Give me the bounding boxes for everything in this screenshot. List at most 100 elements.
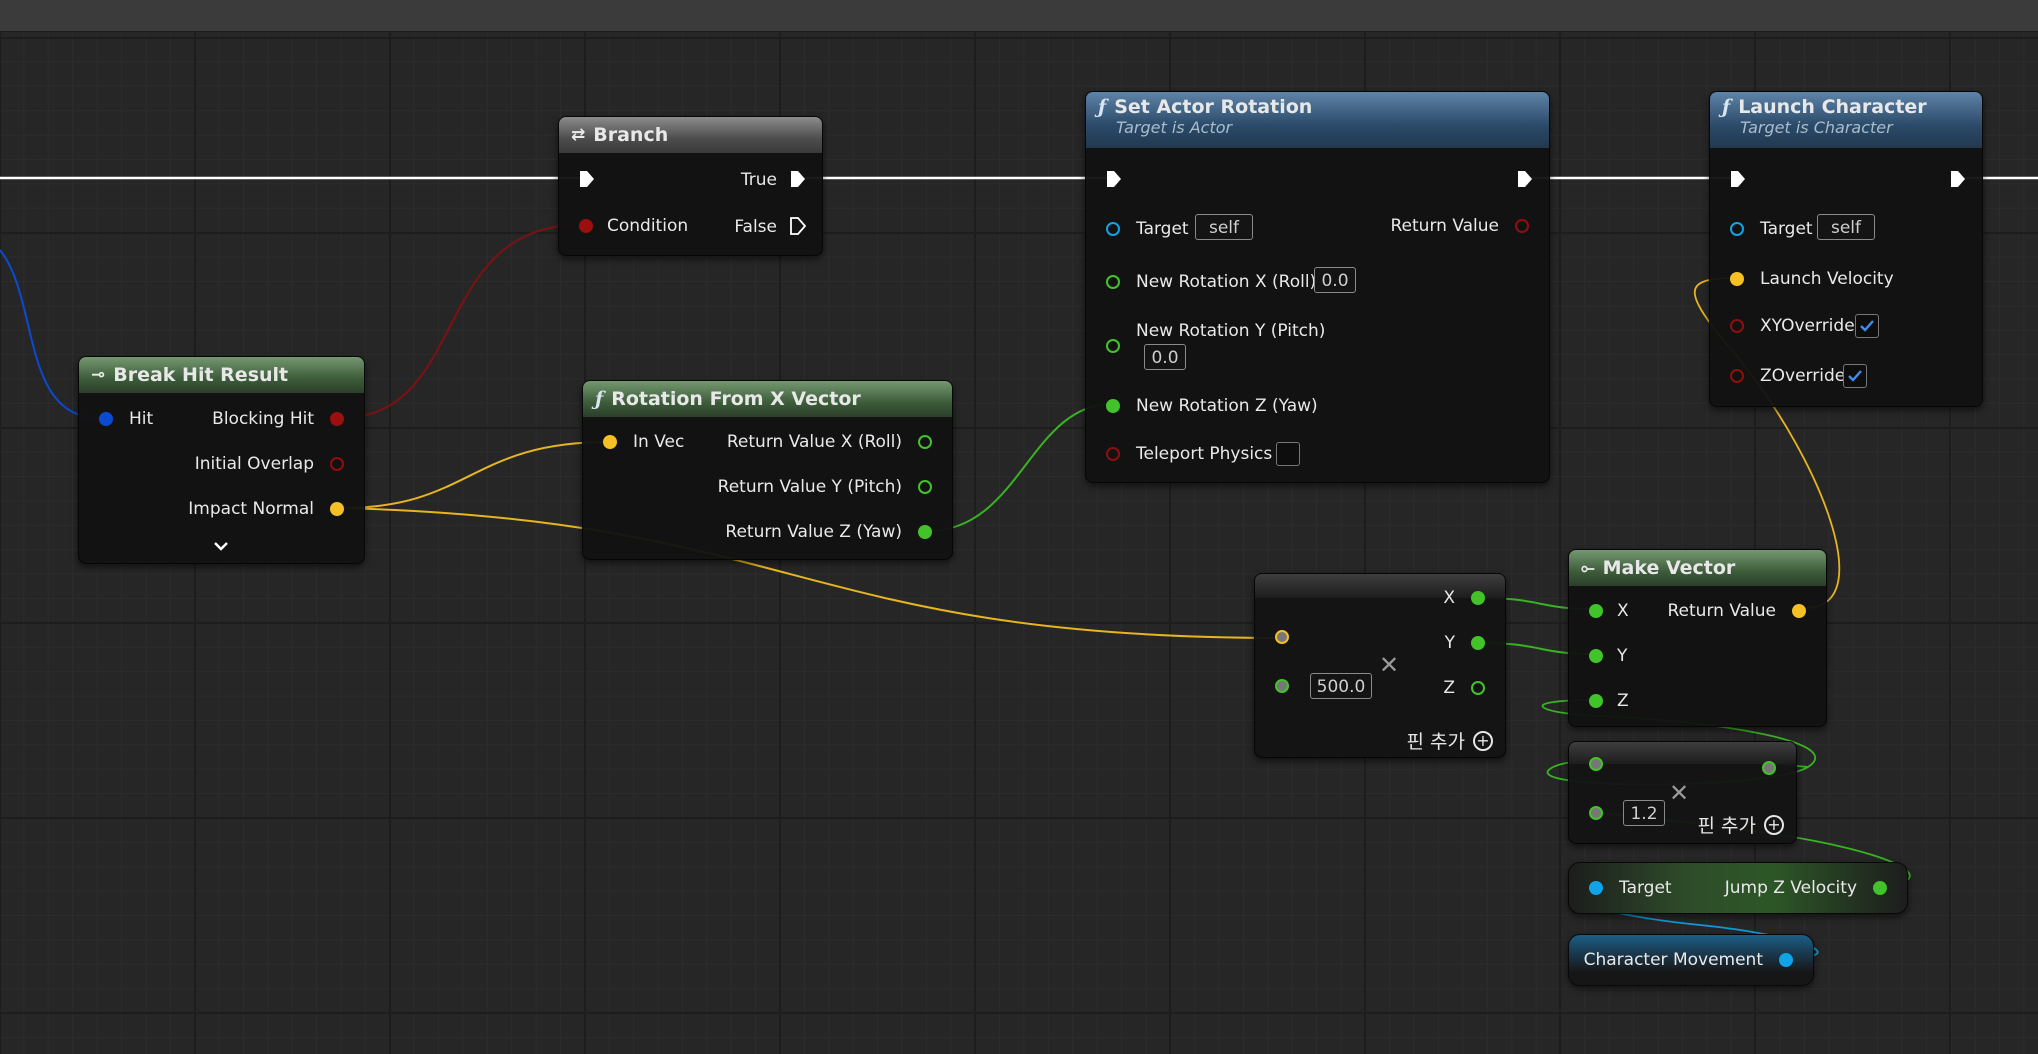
branch-exec-in-pin[interactable] (579, 170, 594, 188)
make-struct-icon: ⟜ (1581, 558, 1595, 578)
multiply-float-in-a-pin[interactable] (1589, 757, 1603, 771)
set-actor-rotation-target-field[interactable]: self (1195, 214, 1253, 240)
break-hit-result-title: Break Hit Result (113, 364, 289, 386)
teleport-checkbox[interactable] (1276, 442, 1300, 466)
branch-true-label: True (740, 170, 777, 190)
make-vector-return-label: Return Value (1667, 601, 1777, 621)
impact-normal-label: Impact Normal (188, 499, 314, 519)
expand-chevron-icon[interactable] (213, 541, 229, 551)
multiply-y-label: Y (1444, 633, 1455, 653)
add-pin-label: 핀 추가 (1697, 815, 1756, 837)
blocking-hit-label: Blocking Hit (212, 409, 314, 429)
set-actor-rotation-exec-in-pin[interactable] (1106, 170, 1121, 188)
impact-normal-pin[interactable] (330, 502, 344, 516)
launch-character-target-label: Target (1760, 219, 1813, 239)
return-pitch-pin[interactable] (918, 480, 932, 494)
return-roll-pin[interactable] (918, 435, 932, 449)
launch-velocity-pin[interactable] (1730, 272, 1744, 286)
jump-z-output-pin[interactable] (1873, 881, 1887, 895)
make-vector-z-label: Z (1617, 691, 1629, 711)
launch-character-header[interactable]: ƒ Launch Character Target is Character (1710, 92, 1982, 148)
multiply-y-pin[interactable] (1471, 636, 1485, 650)
checkmark-icon (1848, 370, 1862, 382)
zoverride-pin[interactable] (1730, 369, 1744, 383)
blocking-hit-pin[interactable] (330, 412, 344, 426)
set-actor-rotation-exec-out-pin[interactable] (1517, 170, 1532, 188)
roll-label: New Rotation X (Roll) (1136, 272, 1317, 292)
make-vector-node[interactable]: ⟜ Make Vector X Y Z Return Value (1568, 549, 1827, 727)
launch-character-subtitle: Target is Character (1740, 118, 1893, 137)
yaw-pin[interactable] (1106, 399, 1120, 413)
make-vector-y-pin[interactable] (1589, 649, 1603, 663)
return-yaw-pin[interactable] (918, 525, 932, 539)
function-icon: ƒ (1722, 96, 1731, 118)
make-vector-z-pin[interactable] (1589, 694, 1603, 708)
in-vec-pin[interactable] (603, 435, 617, 449)
multiply-vector-add-pin-button[interactable]: 핀 추가 + (1407, 727, 1493, 754)
multiply-float-node[interactable]: 1.2 ✕ 핀 추가 + (1568, 741, 1797, 844)
set-actor-rotation-target-pin[interactable] (1106, 222, 1120, 236)
multiply-float-out-pin[interactable] (1762, 761, 1776, 775)
initial-overlap-pin[interactable] (330, 457, 344, 471)
make-vector-return-pin[interactable] (1792, 604, 1806, 618)
hit-pin[interactable] (99, 412, 113, 426)
xyoverride-pin[interactable] (1730, 319, 1744, 333)
character-movement-pin[interactable] (1779, 953, 1793, 967)
multiply-float-header[interactable] (1569, 742, 1796, 764)
rotation-from-x-vector-title: Rotation From X Vector (611, 388, 861, 410)
multiply-vector-in-a-pin[interactable] (1275, 630, 1289, 644)
make-vector-x-pin[interactable] (1589, 604, 1603, 618)
set-actor-rotation-target-label: Target (1136, 219, 1189, 239)
set-actor-rotation-return-pin[interactable] (1515, 219, 1529, 233)
multiply-vector-in-b-pin[interactable] (1275, 679, 1289, 693)
multiply-z-label: Z (1443, 678, 1455, 698)
multiply-vector-node[interactable]: 500.0 ✕ X Y Z 핀 추가 + (1254, 573, 1506, 758)
pitch-field[interactable]: 0.0 (1144, 344, 1186, 370)
xyoverride-checkbox[interactable] (1855, 314, 1879, 338)
character-movement-node[interactable]: Character Movement (1568, 934, 1814, 986)
multiply-z-pin[interactable] (1471, 681, 1485, 695)
set-actor-rotation-title: Set Actor Rotation (1114, 96, 1313, 118)
launch-character-exec-in-pin[interactable] (1730, 170, 1745, 188)
multiply-float-in-b-pin[interactable] (1589, 806, 1603, 820)
jump-z-output-label: Jump Z Velocity (1724, 878, 1857, 898)
in-vec-label: In Vec (633, 432, 685, 452)
function-icon: ƒ (1098, 96, 1107, 118)
initial-overlap-label: Initial Overlap (194, 454, 314, 474)
make-vector-title: Make Vector (1602, 557, 1736, 579)
branch-condition-pin[interactable] (579, 219, 593, 233)
multiply-vector-header[interactable] (1255, 574, 1505, 598)
make-vector-header[interactable]: ⟜ Make Vector (1569, 550, 1826, 586)
multiply-float-value-field[interactable]: 1.2 (1623, 800, 1665, 826)
add-pin-label: 핀 추가 (1406, 731, 1465, 753)
launch-character-target-field[interactable]: self (1817, 214, 1875, 240)
break-hit-result-node[interactable]: ⊸ Break Hit Result Hit Blocking Hit Init… (78, 356, 365, 564)
branch-node[interactable]: ⇄ Branch True Condition False (558, 116, 823, 256)
multiply-x-pin[interactable] (1471, 591, 1485, 605)
multiply-icon: ✕ (1379, 651, 1400, 679)
make-vector-y-label: Y (1617, 646, 1628, 666)
rotation-from-x-vector-header[interactable]: ƒ Rotation From X Vector (583, 381, 952, 417)
teleport-pin[interactable] (1106, 447, 1120, 461)
zoverride-checkbox[interactable] (1843, 364, 1867, 388)
launch-character-target-pin[interactable] (1730, 222, 1744, 236)
set-actor-rotation-node[interactable]: ƒ Set Actor Rotation Target is Actor Tar… (1085, 91, 1550, 483)
jump-z-velocity-node[interactable]: Target Jump Z Velocity (1568, 862, 1908, 914)
launch-character-exec-out-pin[interactable] (1950, 170, 1965, 188)
roll-field[interactable]: 0.0 (1314, 267, 1356, 293)
hit-label: Hit (129, 409, 154, 429)
set-actor-rotation-header[interactable]: ƒ Set Actor Rotation Target is Actor (1086, 92, 1549, 148)
branch-header[interactable]: ⇄ Branch (559, 117, 822, 153)
branch-false-pin[interactable] (790, 217, 806, 235)
yaw-label: New Rotation Z (Yaw) (1136, 396, 1318, 416)
pitch-pin[interactable] (1106, 339, 1120, 353)
branch-true-pin[interactable] (790, 170, 805, 188)
branch-title: Branch (593, 124, 669, 146)
multiply-float-add-pin-button[interactable]: 핀 추가 + (1698, 811, 1784, 838)
rotation-from-x-vector-node[interactable]: ƒ Rotation From X Vector In Vec Return V… (582, 380, 953, 560)
roll-pin[interactable] (1106, 275, 1120, 289)
multiply-vector-value-field[interactable]: 500.0 (1310, 673, 1372, 699)
launch-character-node[interactable]: ƒ Launch Character Target is Character T… (1709, 91, 1983, 407)
jump-z-target-pin[interactable] (1589, 881, 1603, 895)
break-hit-result-header[interactable]: ⊸ Break Hit Result (79, 357, 364, 393)
